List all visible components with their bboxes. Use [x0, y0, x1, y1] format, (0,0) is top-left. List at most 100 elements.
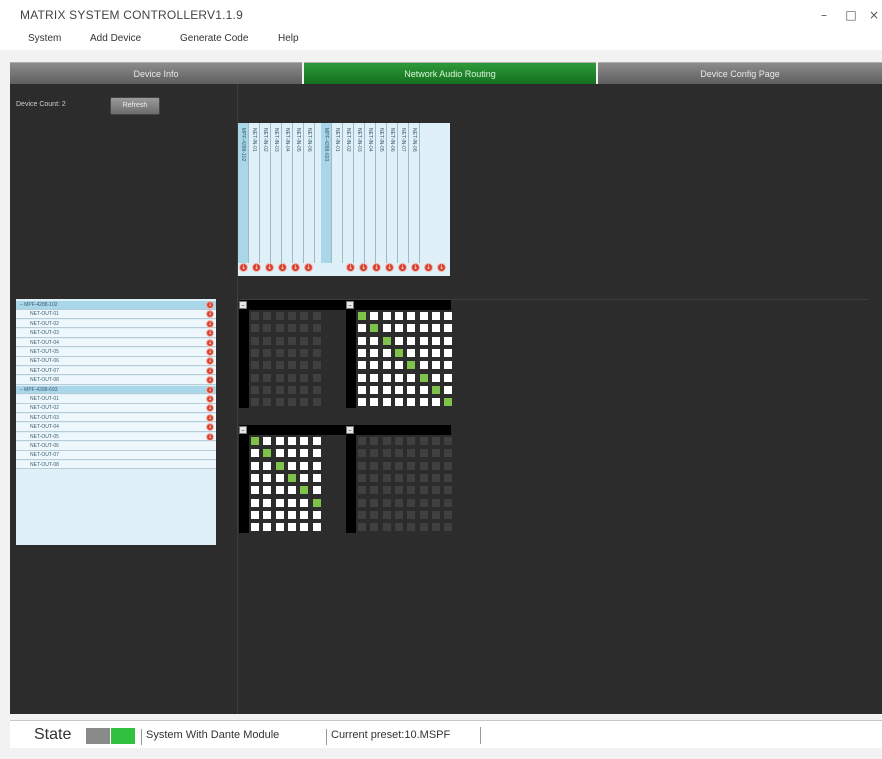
matrix-cell[interactable] [431, 385, 440, 394]
matrix-cell[interactable] [444, 385, 453, 394]
transmitter-channel-row[interactable]: NET-OUT-07 [16, 451, 216, 460]
matrix-cell[interactable] [370, 385, 379, 394]
matrix-cell[interactable] [300, 523, 309, 532]
error-dot-icon[interactable]: ↓ [411, 263, 420, 272]
matrix-cell[interactable] [394, 449, 403, 458]
matrix-cell[interactable] [382, 498, 391, 507]
error-dot-icon[interactable]: ↓ [304, 263, 313, 272]
matrix-cell[interactable] [300, 461, 309, 470]
matrix-cell[interactable] [358, 449, 366, 458]
menu-add-device[interactable]: Add Device [90, 33, 141, 44]
matrix-cell[interactable] [263, 348, 272, 357]
matrix-cell[interactable] [407, 385, 416, 394]
matrix-cell[interactable] [287, 385, 296, 394]
matrix-cell[interactable] [444, 498, 453, 507]
matrix-cell[interactable] [382, 523, 391, 532]
matrix-cell[interactable] [444, 312, 453, 320]
matrix-cell[interactable] [251, 336, 259, 345]
matrix-cell[interactable] [312, 473, 321, 482]
matrix-cell[interactable] [370, 348, 379, 357]
matrix-cell[interactable] [358, 324, 366, 333]
matrix-cell[interactable] [394, 336, 403, 345]
matrix-cell[interactable] [382, 336, 391, 345]
matrix-cell[interactable] [275, 461, 284, 470]
matrix-cell[interactable] [300, 437, 309, 445]
matrix-cell[interactable] [444, 324, 453, 333]
matrix-cell[interactable] [275, 486, 284, 495]
matrix-cell[interactable] [251, 498, 259, 507]
matrix-cell[interactable] [358, 336, 366, 345]
matrix-cell[interactable] [300, 348, 309, 357]
matrix-cell[interactable] [358, 486, 366, 495]
matrix-cell[interactable] [370, 398, 379, 407]
matrix-cell[interactable] [287, 373, 296, 382]
matrix-cell[interactable] [419, 324, 428, 333]
matrix-cell[interactable] [263, 498, 272, 507]
menu-help[interactable]: Help [278, 33, 299, 44]
matrix-cell[interactable] [431, 449, 440, 458]
matrix-cell[interactable] [431, 348, 440, 357]
matrix-cell[interactable] [370, 449, 379, 458]
error-dot-icon[interactable]: ↓ [206, 366, 214, 375]
matrix-cell[interactable] [370, 324, 379, 333]
matrix-cell[interactable] [358, 312, 366, 320]
matrix-cell[interactable] [287, 523, 296, 532]
matrix-cell[interactable] [419, 398, 428, 407]
error-dot-icon[interactable]: ↓ [398, 263, 407, 272]
receiver-channel-column[interactable]: NET-IN-04 [365, 123, 376, 263]
matrix-cell[interactable] [419, 461, 428, 470]
error-dot-icon[interactable]: ↓ [206, 338, 214, 347]
matrix-cell[interactable] [370, 373, 379, 382]
matrix-cell[interactable] [251, 473, 259, 482]
matrix-cell[interactable] [370, 510, 379, 519]
matrix-cell[interactable] [275, 437, 284, 445]
matrix-cell[interactable] [251, 510, 259, 519]
matrix-cell[interactable] [263, 486, 272, 495]
matrix-cell[interactable] [394, 461, 403, 470]
collapse-toggle[interactable]: – [346, 426, 354, 434]
receiver-channel-column[interactable]: NET-IN-07 [398, 123, 409, 263]
matrix-cell[interactable] [287, 336, 296, 345]
transmitter-channel-row[interactable]: NET-OUT-06 [16, 357, 216, 366]
matrix-cell[interactable] [431, 398, 440, 407]
matrix-cell[interactable] [431, 461, 440, 470]
matrix-cell[interactable] [382, 398, 391, 407]
matrix-cell[interactable] [370, 523, 379, 532]
matrix-cell[interactable] [370, 312, 379, 320]
matrix-cell[interactable] [394, 348, 403, 357]
error-dot-icon[interactable]: ↓ [206, 432, 214, 441]
receiver-channel-column[interactable]: NET-IN-04 [282, 123, 293, 263]
matrix-cell[interactable] [382, 461, 391, 470]
matrix-cell[interactable] [300, 385, 309, 394]
matrix-cell[interactable] [394, 324, 403, 333]
matrix-cell[interactable] [263, 385, 272, 394]
error-dot-icon[interactable]: ↓ [346, 263, 355, 272]
matrix-cell[interactable] [431, 523, 440, 532]
matrix-cell[interactable] [394, 523, 403, 532]
transmitter-channel-row[interactable]: NET-OUT-02 [16, 404, 216, 413]
matrix-cell[interactable] [312, 523, 321, 532]
error-dot-icon[interactable]: ↓ [206, 301, 214, 309]
tab-network-audio-routing[interactable]: Network Audio Routing [304, 62, 596, 84]
matrix-cell[interactable] [358, 523, 366, 532]
matrix-cell[interactable] [300, 336, 309, 345]
matrix-cell[interactable] [263, 461, 272, 470]
matrix-cell[interactable] [275, 324, 284, 333]
matrix-cell[interactable] [407, 312, 416, 320]
matrix-cell[interactable] [431, 373, 440, 382]
matrix-cell[interactable] [382, 510, 391, 519]
receiver-channel-column[interactable]: NET-IN-01 [249, 123, 260, 263]
matrix-cell[interactable] [263, 336, 272, 345]
matrix-cell[interactable] [394, 312, 403, 320]
matrix-cell[interactable] [407, 498, 416, 507]
transmitter-channel-row[interactable]: NET-OUT-08 [16, 376, 216, 385]
matrix-cell[interactable] [407, 361, 416, 370]
matrix-cell[interactable] [444, 336, 453, 345]
collapse-toggle[interactable]: – [346, 301, 354, 309]
error-dot-icon[interactable]: ↓ [206, 348, 214, 356]
receiver-channel-column[interactable]: NET-IN-03 [354, 123, 365, 263]
matrix-cell[interactable] [407, 373, 416, 382]
matrix-cell[interactable] [312, 336, 321, 345]
menu-system[interactable]: System [28, 33, 61, 44]
receiver-channel-column[interactable]: NET-IN-01 [332, 123, 343, 263]
